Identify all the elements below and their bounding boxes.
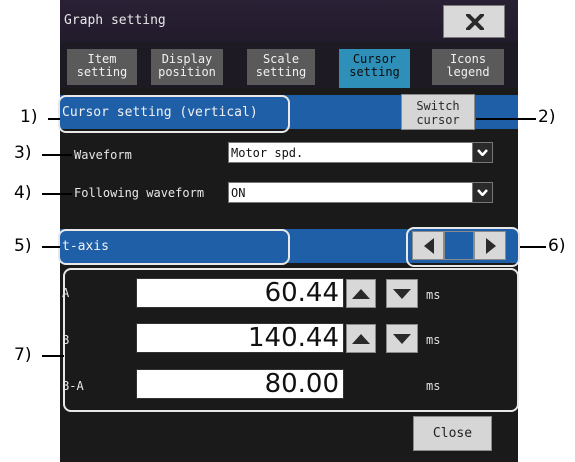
callout-2: 2): [538, 107, 556, 127]
tab-cursor-setting[interactable]: Cursor setting: [339, 49, 410, 88]
tab-scale-setting[interactable]: Scale setting: [247, 49, 315, 85]
title-bar: Graph setting: [60, 0, 518, 42]
callout-4: 4): [14, 183, 32, 203]
following-waveform-value: ON: [231, 186, 246, 200]
close-button[interactable]: Close: [413, 416, 492, 451]
following-waveform-select[interactable]: ON: [228, 182, 493, 203]
leader-3: [42, 154, 72, 156]
leader-6: [520, 246, 546, 248]
callout-5-outline: [58, 229, 290, 265]
callout-3: 3): [14, 143, 32, 163]
window-title: Graph setting: [64, 13, 166, 28]
leader-5: [42, 246, 60, 248]
leader-1: [48, 118, 60, 120]
leader-4: [42, 193, 72, 195]
callout-1-outline: [58, 95, 290, 133]
chevron-down-icon: [472, 143, 492, 162]
tab-icons-legend[interactable]: Icons legend: [432, 49, 504, 85]
following-waveform-label: Following waveform: [74, 186, 205, 200]
callout-6: 6): [548, 236, 566, 256]
waveform-value: Motor spd.: [231, 146, 304, 160]
tab-display-position[interactable]: Display position: [151, 49, 223, 85]
leader-7: [42, 355, 64, 357]
callout-5: 5): [14, 236, 32, 256]
callout-7-outline: [63, 268, 519, 412]
waveform-select[interactable]: Motor spd.: [228, 142, 493, 163]
close-window-button[interactable]: [443, 5, 505, 38]
callout-6-outline: [406, 227, 520, 267]
waveform-label: Waveform: [74, 148, 132, 162]
close-x-icon: [466, 14, 484, 30]
leader-2: [476, 118, 536, 120]
callout-1: 1): [20, 107, 38, 127]
tab-bar: Item setting Display position Scale sett…: [60, 42, 518, 88]
tab-item-setting[interactable]: Item setting: [67, 49, 137, 85]
chevron-down-icon: [472, 183, 492, 202]
callout-7: 7): [14, 345, 32, 365]
switch-cursor-button[interactable]: Switch cursor: [401, 94, 475, 130]
